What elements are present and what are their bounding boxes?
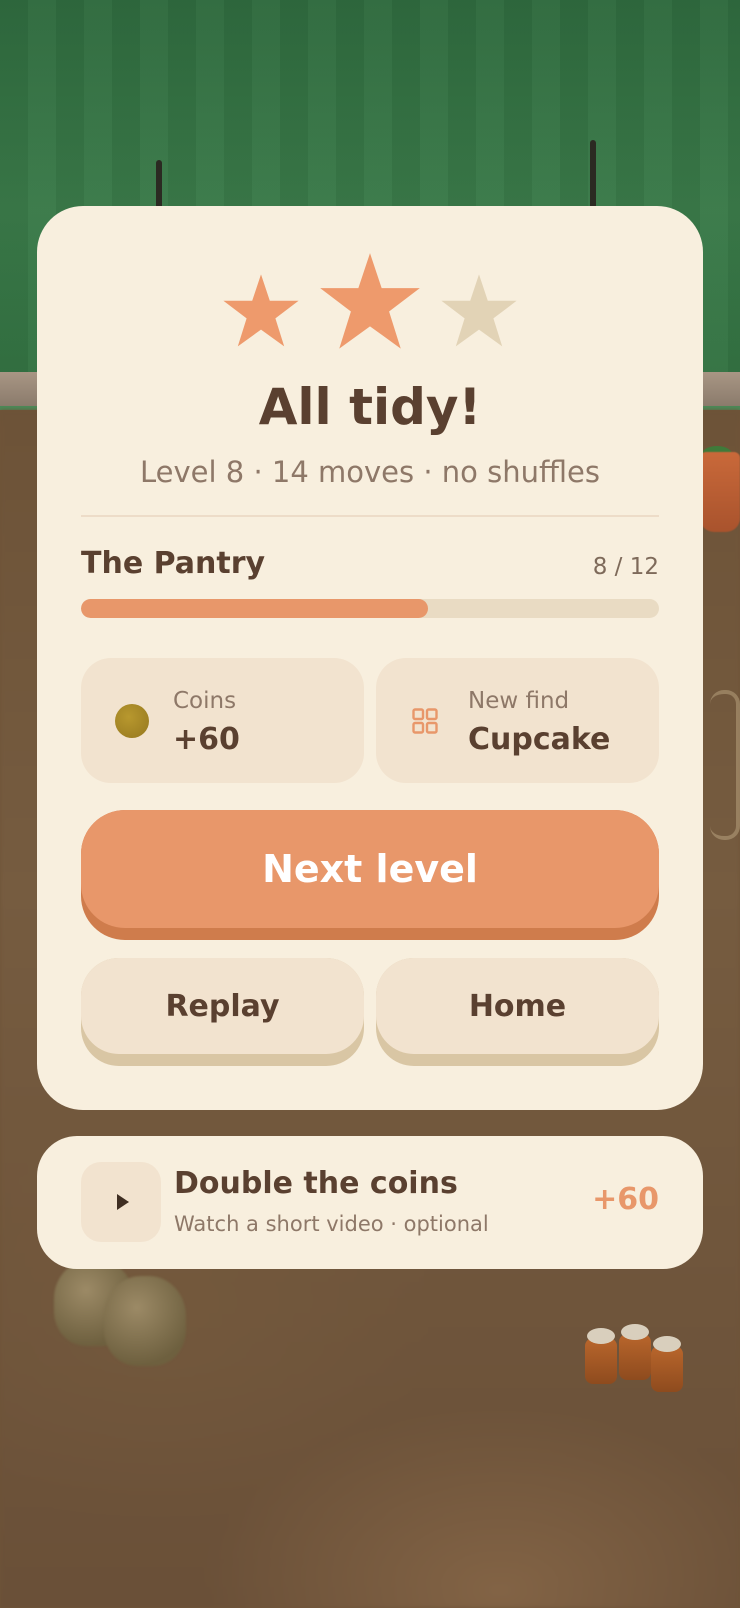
collection-progress-fill <box>81 599 428 618</box>
wall-post <box>156 160 162 210</box>
level-complete-card: All tidy! Level 8 · 14 moves · no shuffl… <box>37 206 703 1110</box>
result-title: All tidy! <box>258 378 482 436</box>
plant-pot <box>700 452 740 532</box>
collection-count: 8 / 12 <box>592 554 659 580</box>
offer-subtitle: Watch a short video · optional <box>174 1212 489 1236</box>
star-filled-icon <box>223 274 299 347</box>
play-icon <box>117 1194 129 1210</box>
new-find-tile: New find Cupcake <box>376 658 659 783</box>
star-filled-icon <box>320 253 420 349</box>
spice-jar <box>651 1336 683 1392</box>
star-empty-icon <box>441 274 517 347</box>
replay-label: Replay <box>81 958 364 1054</box>
next-level-button[interactable]: Next level <box>81 810 659 940</box>
star-rating <box>37 250 703 360</box>
spice-jar <box>619 1324 651 1380</box>
new-find-label: New find <box>468 688 570 714</box>
new-find-value: Cupcake <box>468 722 611 757</box>
grid-icon <box>412 708 438 734</box>
home-button[interactable]: Home <box>376 958 659 1066</box>
grain-sack <box>104 1276 186 1366</box>
home-label: Home <box>376 958 659 1054</box>
level-summary: Level 8 · 14 moves · no shuffles <box>140 455 600 489</box>
item-outline <box>710 690 740 840</box>
divider <box>81 515 659 517</box>
double-coins-offer[interactable]: Double the coins Watch a short video · o… <box>37 1136 703 1269</box>
collection-progress-bar <box>81 599 659 618</box>
coins-value: +60 <box>173 722 240 757</box>
collection-name: The Pantry <box>81 546 266 581</box>
replay-button[interactable]: Replay <box>81 958 364 1066</box>
spice-jar <box>585 1328 617 1384</box>
wall-post <box>590 140 596 210</box>
coin-icon <box>115 704 149 738</box>
offer-reward: +60 <box>592 1182 659 1217</box>
coins-reward-tile: Coins +60 <box>81 658 364 783</box>
next-level-label: Next level <box>81 810 659 928</box>
coins-label: Coins <box>173 688 237 714</box>
play-video-button[interactable] <box>81 1162 161 1242</box>
offer-title: Double the coins <box>174 1166 458 1201</box>
